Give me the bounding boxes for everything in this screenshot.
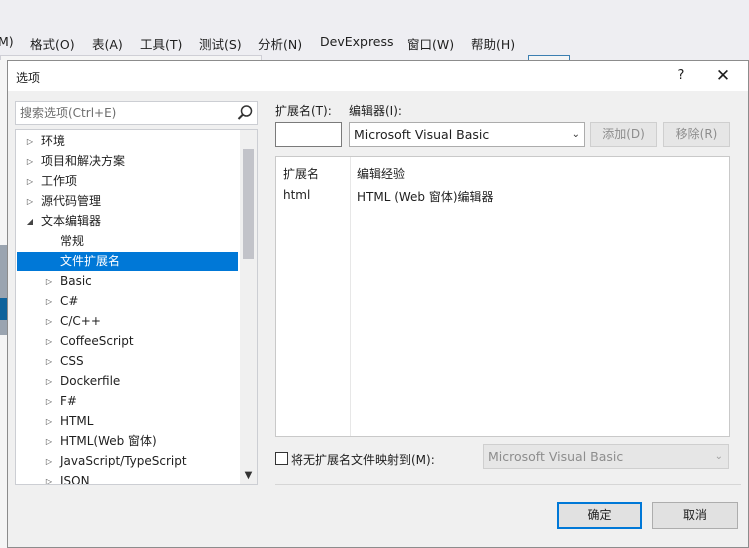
collapsed-arrow-icon[interactable]: ▷: [24, 172, 36, 191]
tree-item[interactable]: ▷ CoffeeScript: [17, 332, 238, 351]
tree-item-label: C/C++: [60, 314, 101, 328]
editor-select-value: Microsoft Visual Basic: [354, 127, 490, 142]
menu-item-table[interactable]: 表(A): [92, 34, 123, 53]
menu-item-analyze[interactable]: 分析(N): [258, 34, 302, 53]
tree-item-label: JSON: [60, 474, 90, 485]
tree-item[interactable]: ▷ CSS: [17, 352, 238, 371]
row-editor: HTML (Web 窗体)编辑器: [357, 190, 494, 204]
tree-item[interactable]: ▷ JSON: [17, 472, 238, 485]
chevron-down-icon: ⌄: [714, 451, 723, 462]
collapsed-arrow-icon[interactable]: ▷: [43, 292, 55, 311]
divider: [275, 484, 741, 485]
collapsed-arrow-icon[interactable]: ▷: [43, 312, 55, 331]
map-extensionless-checkbox[interactable]: [275, 452, 288, 465]
tree-item-label: CSS: [60, 354, 84, 368]
tree-scrollbar-thumb[interactable]: [243, 149, 254, 259]
options-tree[interactable]: ▷ 环境 ▷ 项目和解决方案 ▷ 工作项 ▷ 源代码管理 ◢ 文本编辑器常规文件扩展名 ▷ Basic…: [15, 129, 258, 485]
menu-item-devexpress[interactable]: DevExpress: [320, 34, 394, 49]
search-box: [15, 101, 258, 125]
tree-item[interactable]: ▷ JavaScript/TypeScript: [17, 452, 238, 471]
tree-item-label: F#: [60, 394, 77, 408]
collapsed-arrow-icon[interactable]: ▷: [43, 332, 55, 351]
extension-mapping-list[interactable]: 扩展名 编辑经验 html HTML (Web 窗体)编辑器: [275, 156, 730, 437]
collapsed-arrow-icon[interactable]: ▷: [24, 152, 36, 171]
chevron-down-icon: ⌄: [571, 129, 580, 140]
menu-item-test[interactable]: 测试(S): [199, 34, 242, 53]
collapsed-arrow-icon[interactable]: ▷: [43, 352, 55, 371]
menu-item-format[interactable]: 格式(O): [30, 34, 75, 53]
tree-item-label: C#: [60, 294, 79, 308]
tree-item[interactable]: ▷ HTML: [17, 412, 238, 431]
tree-item[interactable]: ◢ 文本编辑器: [17, 212, 238, 231]
remove-button[interactable]: 移除(R): [663, 122, 730, 147]
help-button[interactable]: ?: [668, 64, 694, 88]
menu-item-tools[interactable]: 工具(T): [140, 34, 182, 53]
collapsed-arrow-icon[interactable]: ▷: [43, 372, 55, 391]
tree-item[interactable]: ▷ Basic: [17, 272, 238, 291]
ok-button[interactable]: 确定: [557, 502, 642, 529]
tree-item-label: 源代码管理: [41, 194, 102, 208]
map-extensionless-label: 将无扩展名文件映射到(M):: [291, 453, 435, 467]
collapsed-arrow-icon[interactable]: ▷: [43, 472, 55, 484]
tree-item-label: Dockerfile: [60, 374, 121, 388]
collapsed-arrow-icon[interactable]: ▷: [43, 432, 55, 451]
search-icon[interactable]: [236, 104, 254, 122]
dialog-title: 选项: [16, 71, 41, 85]
tree-item[interactable]: ▷ C#: [17, 292, 238, 311]
extension-label: 扩展名(T):: [275, 104, 332, 118]
menu-item-truncated[interactable]: M): [0, 34, 14, 49]
tree-item[interactable]: ▷ 源代码管理: [17, 192, 238, 211]
tree-item-label: HTML: [60, 414, 94, 428]
collapsed-arrow-icon[interactable]: ▷: [24, 192, 36, 211]
map-editor-select[interactable]: Microsoft Visual Basic ⌄: [483, 444, 729, 469]
expanded-arrow-icon[interactable]: ◢: [24, 212, 36, 231]
tree-item-label: Basic: [60, 274, 92, 288]
column-divider: [350, 157, 351, 436]
collapsed-arrow-icon[interactable]: ▷: [24, 132, 36, 151]
tree-item-label: JavaScript/TypeScript: [60, 454, 187, 468]
collapsed-arrow-icon[interactable]: ▷: [43, 412, 55, 431]
tree-item-label: 文件扩展名: [60, 254, 121, 268]
tree-item-label: 环境: [41, 134, 66, 148]
column-header-editor[interactable]: 编辑经验: [357, 165, 405, 182]
collapsed-arrow-icon[interactable]: ▷: [43, 392, 55, 411]
tree-item-label: 项目和解决方案: [41, 154, 126, 168]
cancel-button[interactable]: 取消: [652, 502, 738, 529]
tree-item-label: 文本编辑器: [41, 214, 102, 228]
tree-item[interactable]: ▷ Dockerfile: [17, 372, 238, 391]
tree-item-label: 工作项: [41, 174, 78, 188]
tree-item[interactable]: 常规: [17, 232, 238, 251]
collapsed-arrow-icon[interactable]: ▷: [43, 272, 55, 291]
editor-label: 编辑器(I):: [349, 104, 402, 118]
collapsed-arrow-icon[interactable]: ▷: [43, 452, 55, 471]
map-select-value: Microsoft Visual Basic: [488, 449, 624, 464]
extension-input[interactable]: [275, 122, 342, 147]
dialog-titlebar: 选项 ? ✕: [8, 61, 748, 91]
tree-item[interactable]: ▷ HTML(Web 窗体): [17, 432, 238, 451]
scroll-down-icon[interactable]: ▼: [240, 467, 257, 484]
tree-scrollbar[interactable]: ▼: [240, 130, 257, 484]
menu-item-window[interactable]: 窗口(W): [407, 34, 454, 53]
add-button[interactable]: 添加(D): [590, 122, 657, 147]
tree-item[interactable]: ▷ 工作项: [17, 172, 238, 191]
editor-select[interactable]: Microsoft Visual Basic ⌄: [349, 122, 585, 147]
tree-item[interactable]: ▷ 项目和解决方案: [17, 152, 238, 171]
tree-item-label: HTML(Web 窗体): [60, 434, 157, 448]
ide-menu-bar: M) 格式(O) 表(A) 工具(T) 测试(S) 分析(N) DevExpre…: [0, 0, 749, 63]
search-input[interactable]: [16, 102, 231, 124]
column-header-extension[interactable]: 扩展名: [283, 165, 319, 182]
tree-item[interactable]: ▷ 环境: [17, 132, 238, 151]
close-button[interactable]: ✕: [708, 64, 738, 88]
tree-item[interactable]: ▷ C/C++: [17, 312, 238, 331]
tree-item[interactable]: ▷ F#: [17, 392, 238, 411]
row-extension: html: [283, 188, 311, 202]
options-dialog: 选项 ? ✕ ▷ 环境 ▷ 项目和解决方案 ▷ 工作项 ▷ 源代码管理 ◢ 文本编辑器常规文件扩展…: [7, 60, 749, 548]
menu-item-help[interactable]: 帮助(H): [471, 34, 515, 53]
tree-item-label: 常规: [60, 234, 85, 248]
tree-item-label: CoffeeScript: [60, 334, 134, 348]
tree-item[interactable]: 文件扩展名: [17, 252, 238, 271]
